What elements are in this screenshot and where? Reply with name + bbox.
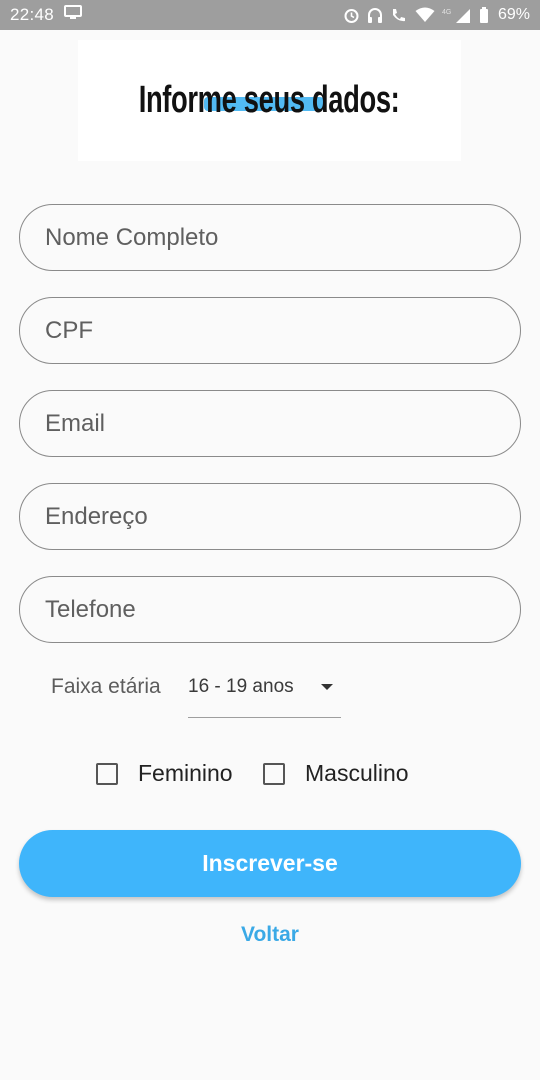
screen-cast-icon — [64, 5, 83, 25]
female-label: Feminino — [138, 760, 233, 786]
female-checkbox[interactable] — [96, 762, 118, 785]
battery-percentage: 69% — [497, 6, 530, 23]
register-button[interactable]: Inscrever-se — [19, 830, 521, 897]
age-range-selected: 16 - 19 anos — [188, 676, 294, 697]
phone-field[interactable] — [19, 576, 521, 643]
address-input[interactable] — [45, 502, 520, 531]
age-range-dropdown[interactable]: 16 - 19 anos — [188, 670, 341, 718]
cpf-input[interactable] — [45, 316, 520, 345]
email-field[interactable] — [19, 390, 521, 457]
address-field[interactable] — [19, 483, 521, 550]
headset-icon — [367, 7, 383, 24]
gender-male-option[interactable]: Masculino — [263, 760, 409, 787]
cpf-field[interactable] — [19, 297, 521, 364]
full-name-input[interactable] — [45, 223, 520, 252]
back-link[interactable]: Voltar — [0, 923, 540, 947]
header-banner: Informe seus dados: — [78, 40, 461, 161]
wifi-icon — [415, 7, 435, 23]
email-input[interactable] — [45, 409, 520, 438]
male-label: Masculino — [305, 760, 409, 786]
male-checkbox[interactable] — [263, 762, 285, 785]
signal-4g-icon: 4G — [442, 7, 472, 24]
svg-text:4G: 4G — [442, 9, 451, 16]
phone-input[interactable] — [45, 595, 520, 624]
volte-call-icon — [390, 7, 408, 24]
dropdown-caret-icon — [321, 684, 333, 690]
page-title: Informe seus dados: — [139, 79, 400, 121]
gender-female-option[interactable]: Feminino — [96, 760, 233, 787]
age-range-label: Faixa etária — [51, 675, 161, 698]
status-bar: 22:48 4G 69% — [0, 0, 540, 30]
alarm-icon — [343, 7, 360, 24]
status-time: 22:48 — [10, 5, 55, 24]
full-name-field[interactable] — [19, 204, 521, 271]
battery-icon — [479, 6, 489, 24]
